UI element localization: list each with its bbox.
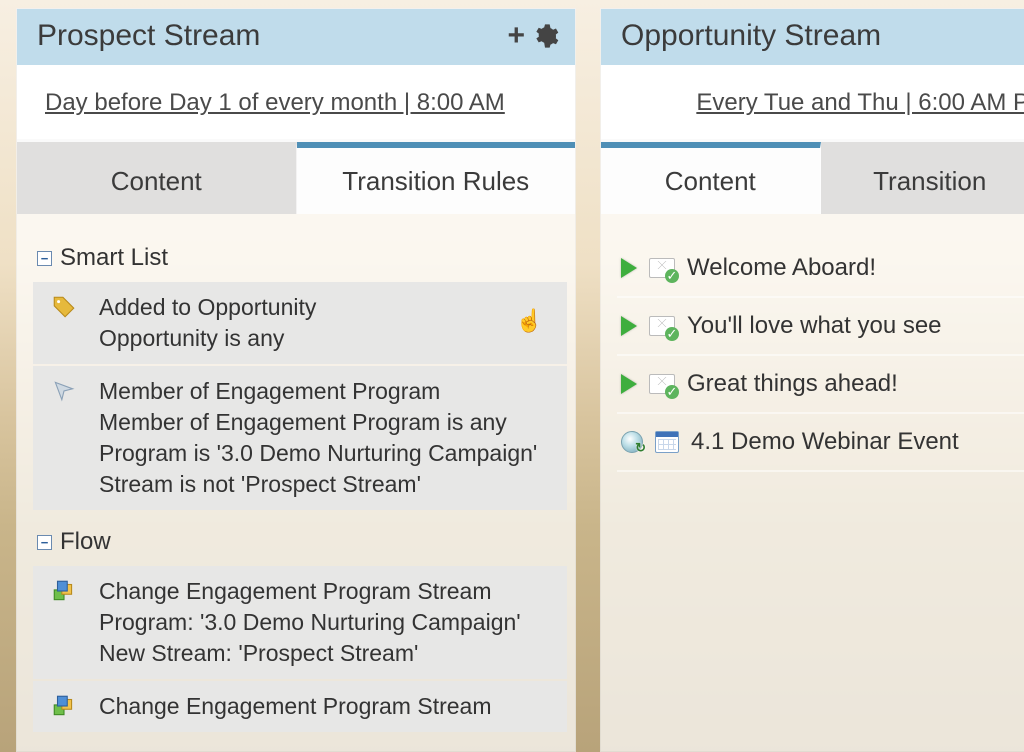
rule-text: Added to Opportunity Opportunity is any … xyxy=(99,292,555,354)
stream-title: Opportunity Stream xyxy=(621,19,881,53)
flow-step[interactable]: Change Engagement Program Stream Program… xyxy=(33,566,567,679)
collapse-icon[interactable]: − xyxy=(37,251,52,266)
tag-icon xyxy=(51,292,81,320)
content-item[interactable]: 4.1 Demo Webinar Event xyxy=(617,414,1024,472)
cubes-icon xyxy=(51,576,81,604)
stream-header: Prospect Stream + xyxy=(17,9,575,65)
stream-header: Opportunity Stream xyxy=(601,9,1024,65)
tab-content[interactable]: Content xyxy=(17,142,297,214)
email-icon xyxy=(649,258,675,278)
content-item[interactable]: You'll love what you see xyxy=(617,298,1024,356)
cadence-bar[interactable]: Every Tue and Thu | 6:00 AM P xyxy=(601,65,1024,142)
content-item-label: Great things ahead! xyxy=(687,370,898,398)
play-icon xyxy=(621,374,637,394)
section-heading: Smart List xyxy=(60,244,168,272)
smart-list-rule[interactable]: Added to Opportunity Opportunity is any … xyxy=(33,282,567,364)
cadence-text[interactable]: Day before Day 1 of every month | 8:00 A… xyxy=(45,89,505,116)
stream-panel-prospect: Prospect Stream + Day before Day 1 of ev… xyxy=(16,8,576,752)
globe-refresh-icon xyxy=(621,431,643,453)
step-text: Change Engagement Program Stream Program… xyxy=(99,576,555,669)
calendar-icon xyxy=(655,431,679,453)
content-item[interactable]: Welcome Aboard! xyxy=(617,240,1024,298)
email-icon xyxy=(649,374,675,394)
play-icon xyxy=(621,258,637,278)
email-icon xyxy=(649,316,675,336)
tab-transition-rules[interactable]: Transition Rules xyxy=(297,142,576,214)
collapse-icon[interactable]: − xyxy=(37,535,52,550)
stream-panel-opportunity: Opportunity Stream Every Tue and Thu | 6… xyxy=(600,8,1024,752)
cadence-text[interactable]: Every Tue and Thu | 6:00 AM P xyxy=(696,89,1024,116)
tabs: Content Transition xyxy=(601,142,1024,214)
smart-list-rule[interactable]: Member of Engagement Program Member of E… xyxy=(33,366,567,510)
content-list: Welcome Aboard! You'll love what you see… xyxy=(601,214,1024,751)
arrow-icon xyxy=(51,376,81,404)
section-smart-list[interactable]: − Smart List xyxy=(33,240,567,282)
section-flow[interactable]: − Flow xyxy=(33,524,567,566)
cadence-bar[interactable]: Day before Day 1 of every month | 8:00 A… xyxy=(17,65,575,142)
step-text: Change Engagement Program Stream xyxy=(99,691,555,722)
section-heading: Flow xyxy=(60,528,111,556)
stream-title: Prospect Stream xyxy=(37,19,260,53)
content-item-label: 4.1 Demo Webinar Event xyxy=(691,428,959,456)
play-icon xyxy=(621,316,637,336)
tab-content[interactable]: Content xyxy=(601,142,821,214)
content-item-label: Welcome Aboard! xyxy=(687,254,876,282)
tab-transition-rules[interactable]: Transition xyxy=(821,142,1024,214)
transition-rules-body: − Smart List Added to Opportunity Opport… xyxy=(17,214,575,751)
flow-step[interactable]: Change Engagement Program Stream xyxy=(33,681,567,732)
content-item[interactable]: Great things ahead! xyxy=(617,356,1024,414)
tabs: Content Transition Rules xyxy=(17,142,575,214)
cubes-icon xyxy=(51,691,81,719)
plus-icon[interactable]: + xyxy=(507,21,525,51)
cursor-hand-icon: ☝ xyxy=(516,306,543,336)
rule-text: Member of Engagement Program Member of E… xyxy=(99,376,555,500)
stream-actions: + xyxy=(507,21,559,51)
gear-icon[interactable] xyxy=(531,22,559,50)
content-item-label: You'll love what you see xyxy=(687,312,942,340)
